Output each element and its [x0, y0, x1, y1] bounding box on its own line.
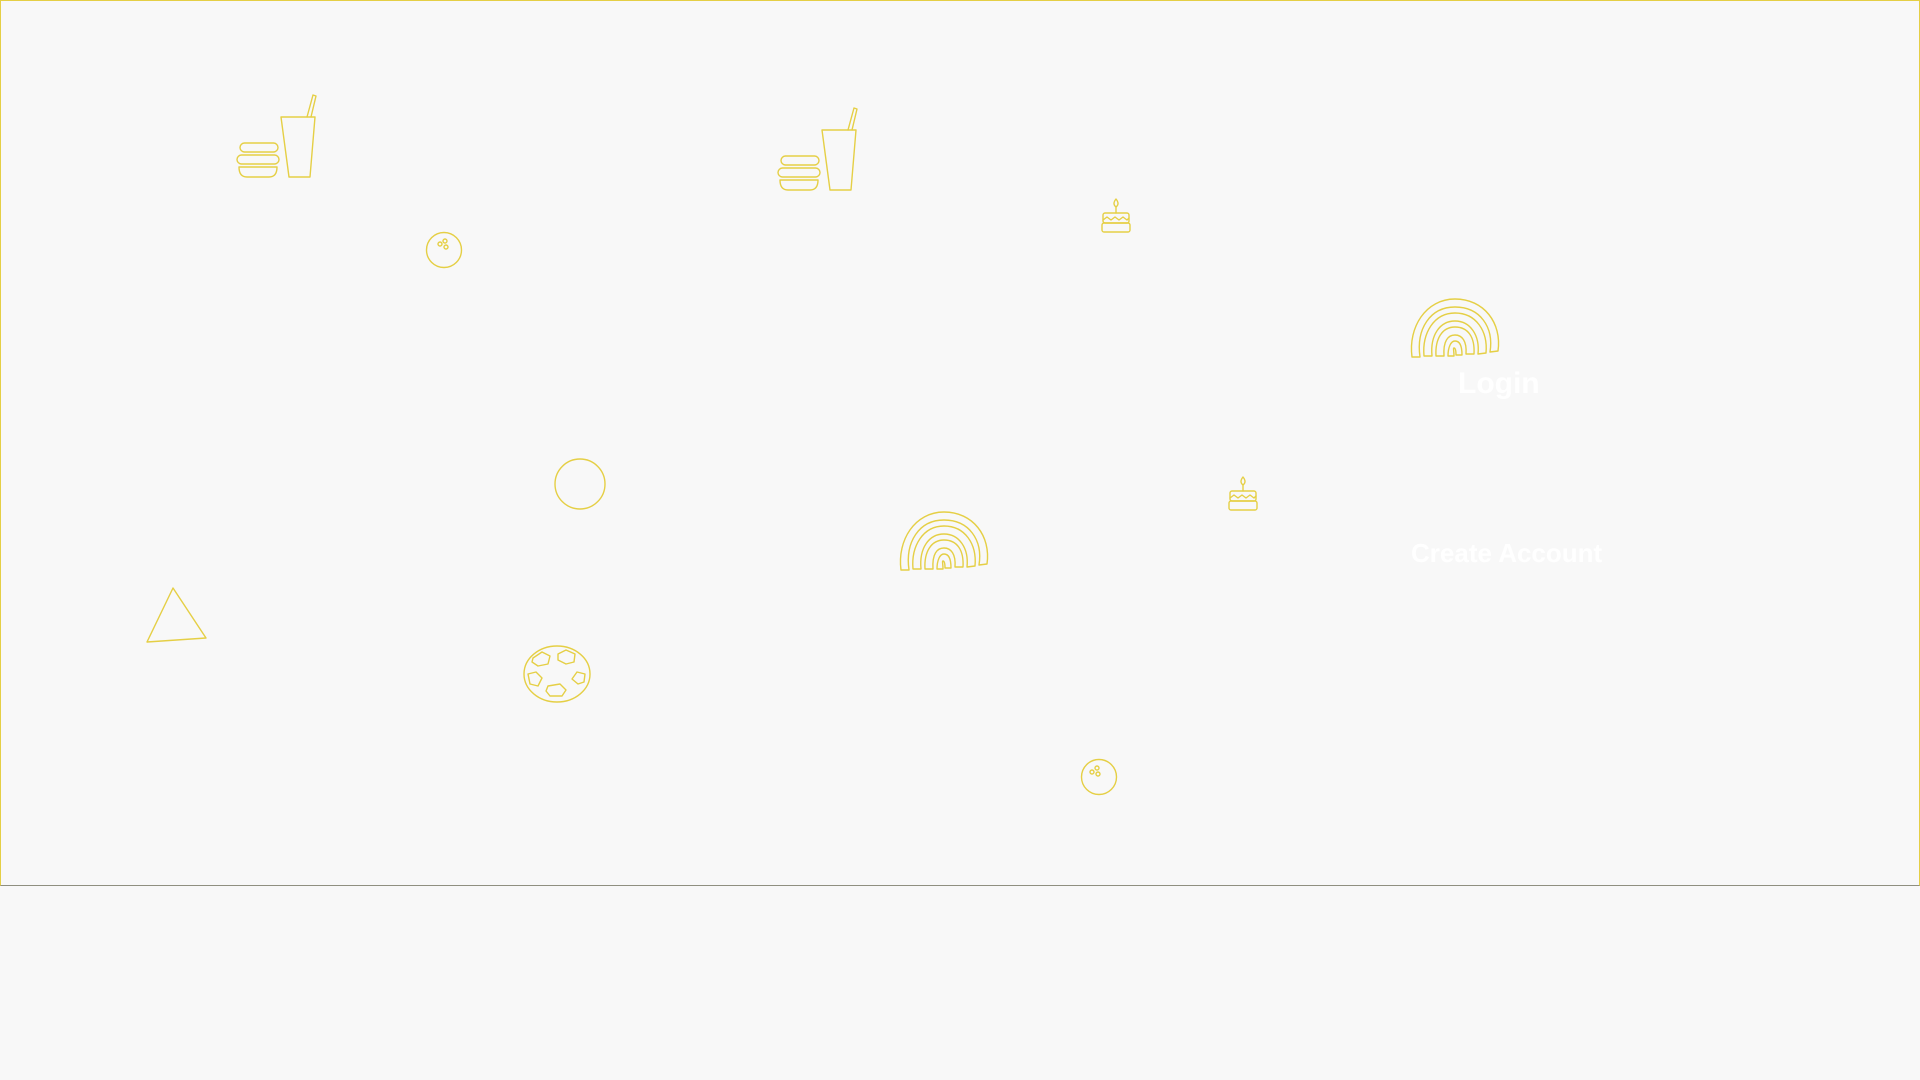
- birthday-cake-icon: [1100, 198, 1132, 234]
- bowling-ball-icon: [425, 231, 463, 269]
- rainbow-icon: [899, 510, 989, 572]
- bowling-ball-icon: [1080, 758, 1118, 796]
- hero-background: Login Create Account: [0, 0, 1920, 886]
- login-link[interactable]: Login: [1458, 367, 1540, 401]
- soccer-ball-icon: [522, 644, 592, 704]
- burger-drink-icon: [235, 93, 321, 183]
- rainbow-icon: [1410, 297, 1500, 359]
- page-footer-area: [0, 886, 1920, 1080]
- circle-icon: [553, 457, 607, 511]
- create-account-link[interactable]: Create Account: [1411, 538, 1602, 569]
- burger-drink-icon: [776, 106, 862, 196]
- birthday-cake-icon: [1227, 476, 1259, 512]
- triangle-icon: [145, 586, 209, 644]
